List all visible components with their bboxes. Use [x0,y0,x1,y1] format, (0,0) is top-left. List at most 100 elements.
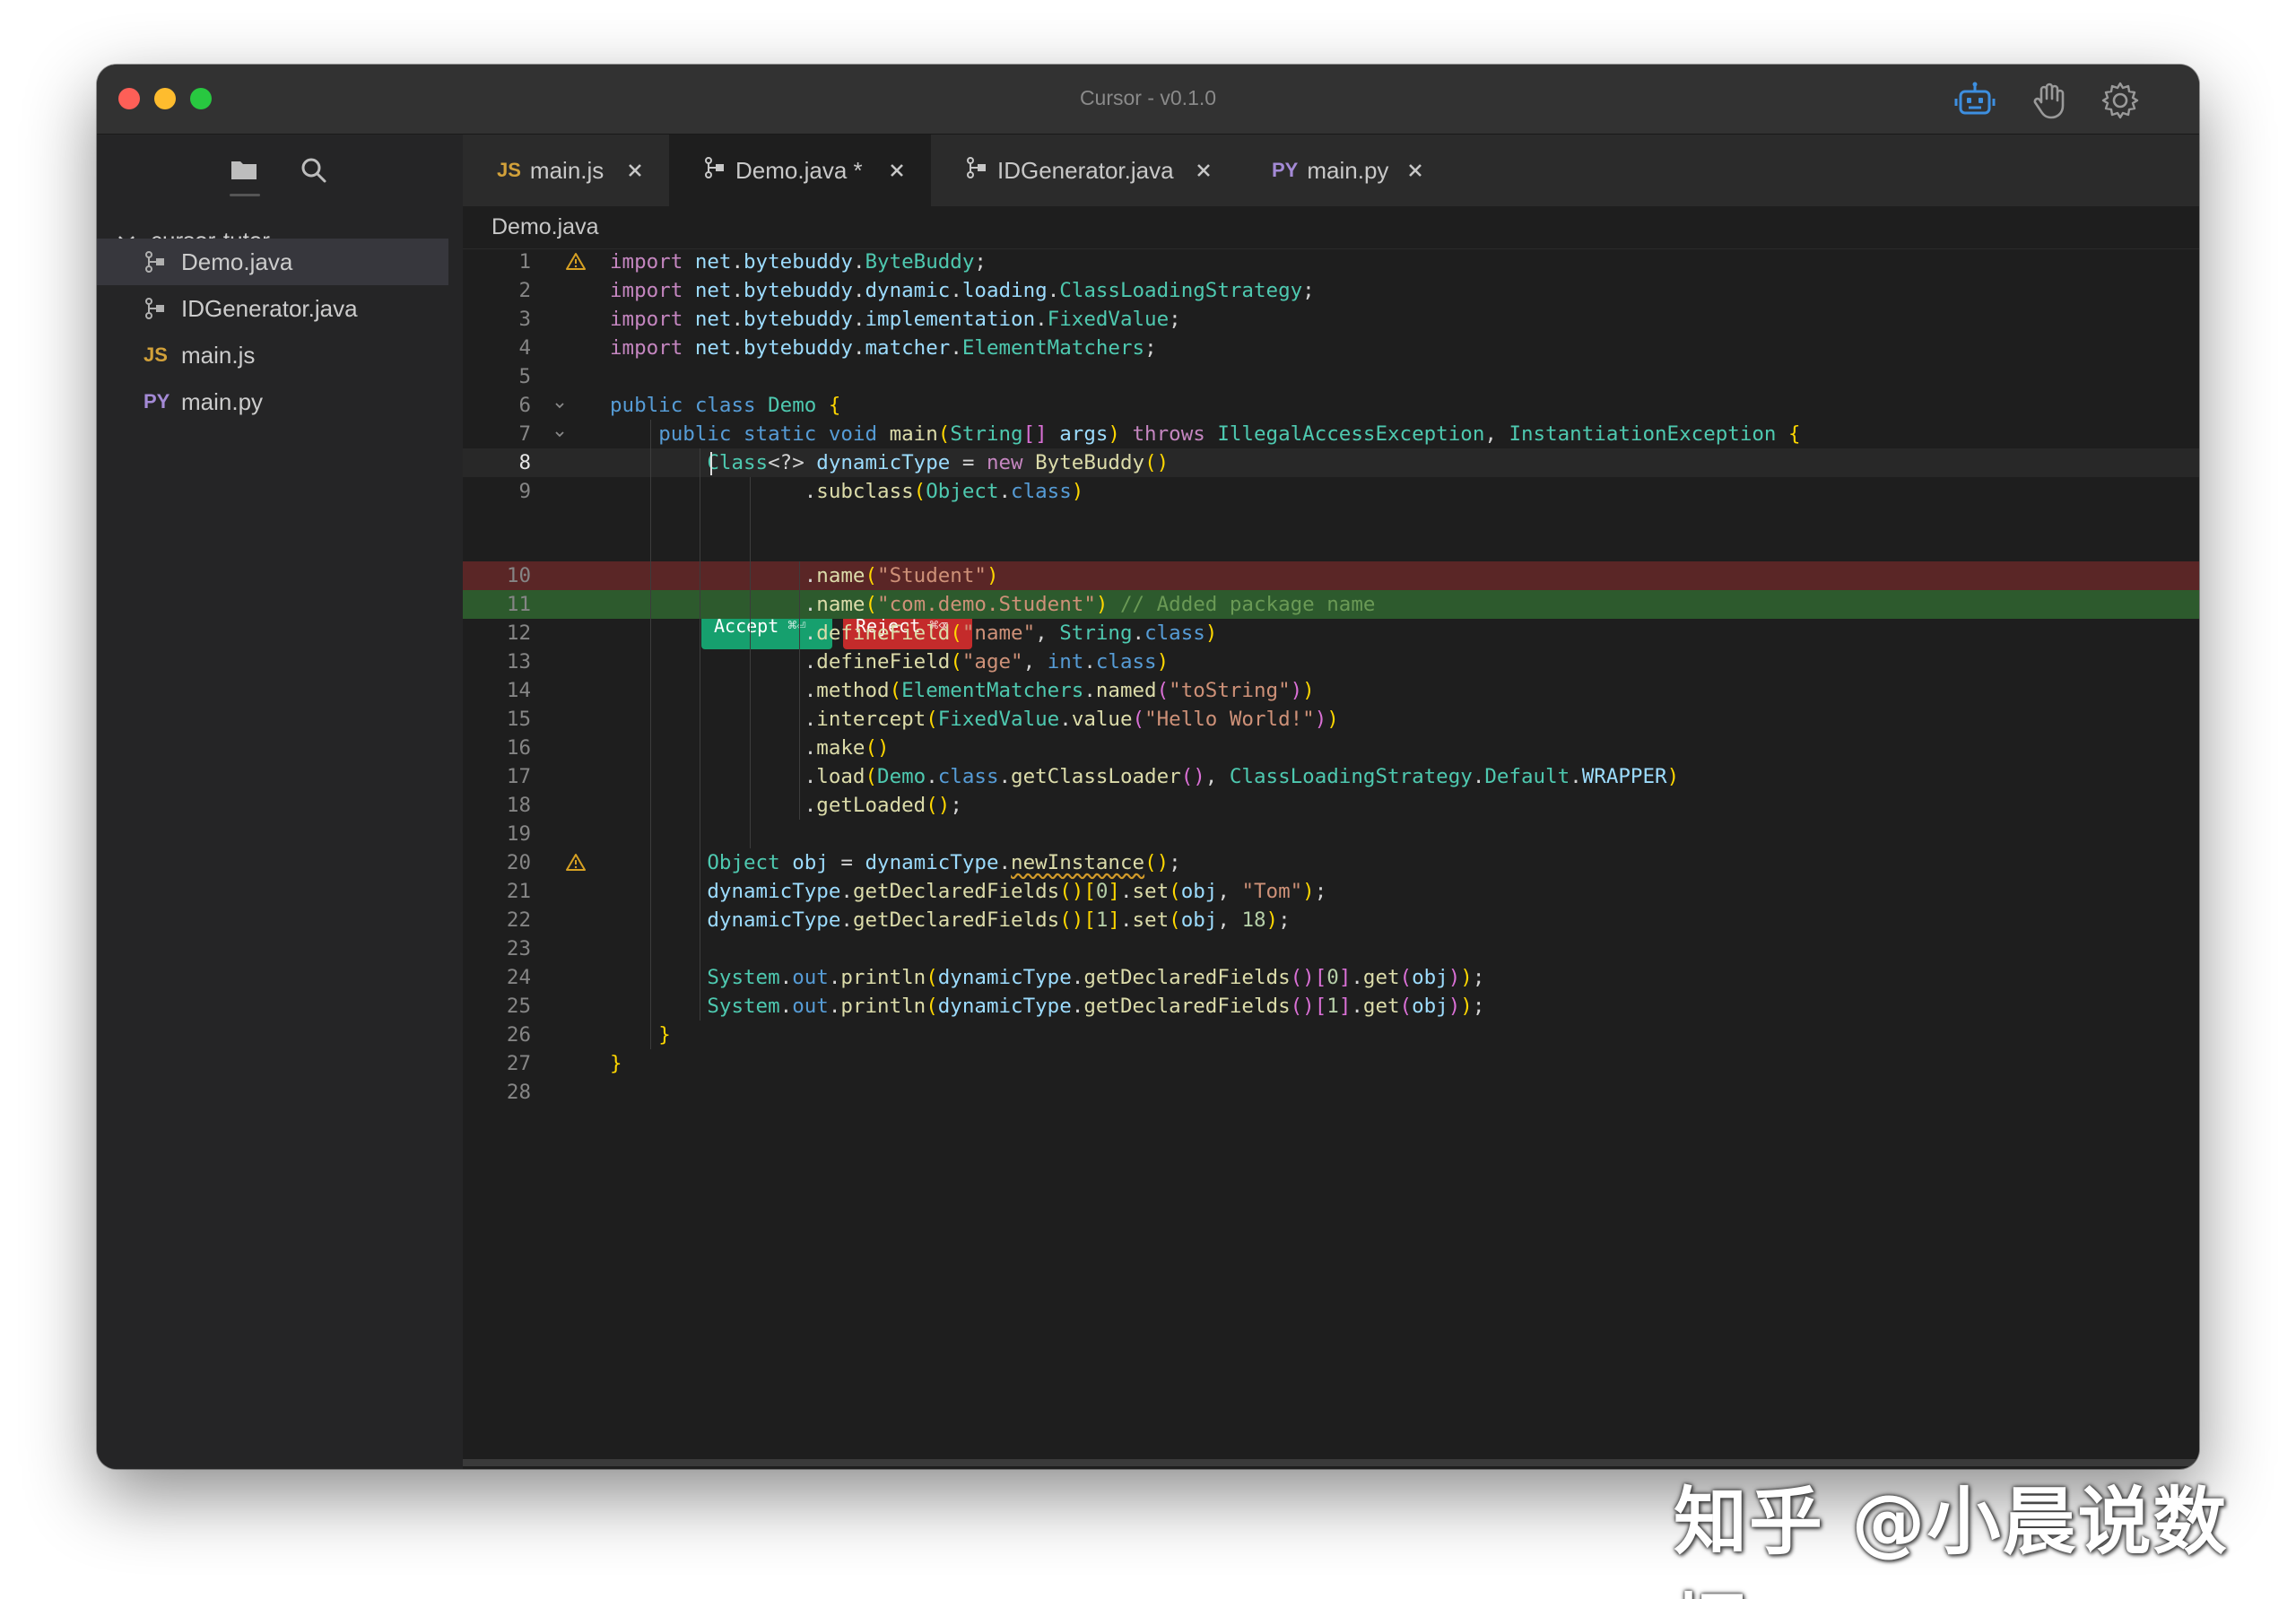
line-number: 22 [506,908,531,932]
code-line[interactable]: 20 Object obj = dynamicType.newInstance(… [463,848,2199,877]
java-git-icon [965,156,988,186]
app-window: Cursor - v0.1.0 Demo.java IDGenerator.ja… [97,65,2199,1469]
close-icon[interactable] [1191,158,1216,183]
warning-icon[interactable] [565,251,587,273]
file-item-demo-java[interactable]: Demo.java [97,239,448,285]
line-number: 15 [506,708,531,731]
line-number: 4 [518,336,531,360]
close-icon[interactable] [622,158,648,183]
tab-idgenerator-java[interactable]: IDGenerator.java [931,135,1238,206]
java-git-icon [703,156,726,186]
code-line[interactable]: 19 [463,820,2199,848]
code-line[interactable]: 8 Class<?> dynamicType = new ByteBuddy() [463,448,2199,477]
fold-chevron-icon[interactable] [552,398,567,413]
code-line[interactable]: 27} [463,1049,2199,1078]
code-line[interactable]: 7 public static void main(String[] args)… [463,420,2199,448]
folder-icon[interactable] [226,152,262,188]
indent-guide [799,561,800,820]
line-number: 16 [506,736,531,760]
file-item-main-py[interactable]: PY main.py [97,378,448,425]
line-number: 11 [506,593,531,616]
code-text: public static void main(String[] args) t… [658,422,1801,446]
file-explorer-sidebar: cursor-tutor Demo.java IDGenerator.java … [97,135,463,1469]
code-text: .subclass(Object.class) [610,480,1084,503]
tab-label: main.js [529,156,604,184]
file-item-label: main.js [181,341,256,369]
tab-main-py[interactable]: PY main.py [1238,135,1449,206]
active-view-indicator [230,194,260,196]
code-line[interactable]: 15 .intercept(FixedValue.value("Hello Wo… [463,705,2199,734]
line-number: 7 [518,422,531,446]
indent-guide [750,477,751,848]
code-text: .name("Student") [610,564,999,587]
line-number: 14 [506,679,531,702]
code-line[interactable]: 26 } [463,1021,2199,1049]
tab-label: Demo.java * [735,156,863,184]
line-number: 5 [518,365,531,388]
window-title: Cursor - v0.1.0 [1079,86,1217,109]
file-item-main-js[interactable]: JS main.js [97,332,448,378]
js-file-icon: JS [144,343,168,366]
tab-main-js[interactable]: JS main.js [463,135,669,206]
gear-icon[interactable] [2099,79,2142,122]
line-number: 18 [506,794,531,817]
code-line[interactable]: 3 import net.bytebuddy.implementation.Fix… [463,305,2199,334]
code-line[interactable]: 9 .subclass(Object.class) [463,477,2199,506]
fold-chevron-icon[interactable] [552,427,567,441]
close-icon[interactable] [884,158,909,183]
line-number: 1 [518,250,531,274]
code-editor[interactable]: Accept ⌘⏎ Reject ⌘⌫ 1 import net.bytebudd… [463,249,2199,1464]
text-cursor [710,452,712,475]
code-line[interactable]: 12 .defineField("name", String.class) [463,619,2199,647]
code-line[interactable]: 6 public class Demo { [463,391,2199,420]
line-number: 17 [506,765,531,788]
java-git-icon [144,250,174,274]
code-line[interactable]: 2 import net.bytebuddy.dynamic.loading.Cl… [463,276,2199,305]
tab-label: IDGenerator.java [997,156,1174,184]
tab-demo-java[interactable]: Demo.java * [669,135,931,206]
code-line[interactable]: 28 [463,1078,2199,1107]
code-text: .defineField("name", String.class) [610,621,1218,645]
breadcrumb[interactable]: Demo.java [463,206,2199,249]
code-line[interactable]: 23 [463,934,2199,963]
line-number: 2 [518,279,531,302]
warning-icon[interactable] [565,852,587,873]
file-item-label: main.py [181,387,264,415]
tab-label: main.py [1307,156,1389,184]
line-number: 10 [506,564,531,587]
code-line[interactable]: 21 dynamicType.getDeclaredFields()[0].se… [463,877,2199,906]
file-item-label: IDGenerator.java [181,294,358,322]
line-number: 24 [506,966,531,989]
hand-icon[interactable] [2029,79,2072,122]
code-text: .defineField("age", int.class) [610,650,1170,673]
code-line[interactable]: 16 .make() [463,734,2199,762]
line-number: 20 [506,851,531,874]
close-icon[interactable] [1403,158,1428,183]
code-line[interactable]: 4 import net.bytebuddy.matcher.ElementMat… [463,334,2199,362]
line-number: 9 [518,480,531,503]
py-file-icon: PY [1272,159,1299,181]
code-line-deleted[interactable]: 10 .name("Student") [463,561,2199,590]
file-item-label: Demo.java [181,248,293,275]
code-text: } [658,1023,671,1047]
search-icon[interactable] [296,152,332,188]
code-line-added[interactable]: 11 .name("com.demo.Student") // Added pa… [463,590,2199,619]
code-text: import net.bytebuddy.implementation.Fixe… [610,308,1181,331]
line-number: 6 [518,394,531,417]
code-line[interactable]: 5 [463,362,2199,391]
code-line[interactable]: 22 dynamicType.getDeclaredFields()[1].se… [463,906,2199,934]
code-text: Object obj = dynamicType.newInstance(); [707,851,1181,874]
code-line[interactable]: 14 .method(ElementMatchers.named("toStri… [463,676,2199,705]
editor-tab-bar: JS main.js Demo.java * IDGenerator.java … [463,135,2199,206]
code-line[interactable]: 17 .load(Demo.class.getClassLoader(), Cl… [463,762,2199,791]
code-text: .load(Demo.class.getClassLoader(), Class… [610,765,1680,788]
watermark: 知乎 @小晨说数据 [1674,1480,2229,1599]
file-item-idgenerator-java[interactable]: IDGenerator.java [97,285,448,332]
code-line[interactable]: 1 import net.bytebuddy.ByteBuddy; [463,248,2199,276]
line-number: 12 [506,621,531,645]
code-line[interactable]: 13 .defineField("age", int.class) [463,647,2199,676]
code-line[interactable]: 24 System.out.println(dynamicType.getDec… [463,963,2199,992]
code-line[interactable]: 25 System.out.println(dynamicType.getDec… [463,992,2199,1021]
robot-icon[interactable] [1953,79,1996,122]
code-line[interactable]: 18 .getLoaded(); [463,791,2199,820]
